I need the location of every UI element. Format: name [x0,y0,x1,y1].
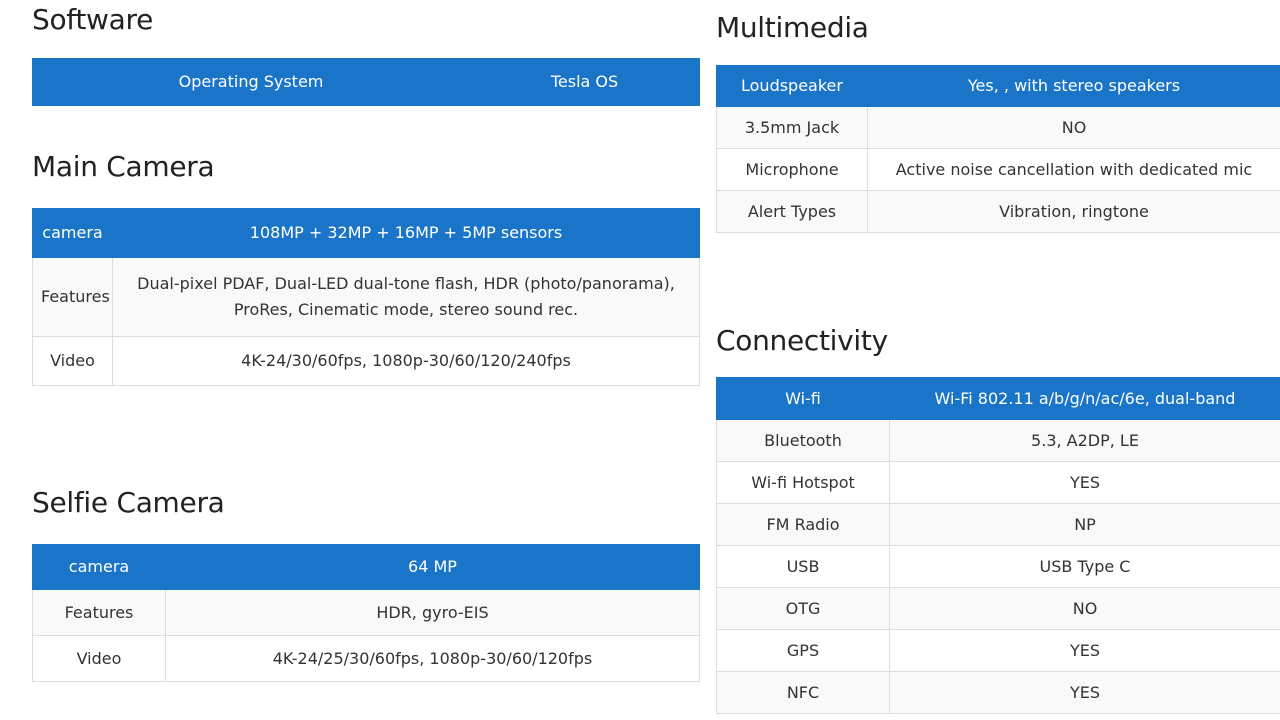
spec-label-otg: OTG [716,587,890,630]
connectivity-table: Wi-fi Wi-Fi 802.11 a/b/g/n/ac/6e, dual-b… [716,377,1280,714]
spec-value-usb: USB Type C [889,545,1280,588]
table-row: Features HDR, gyro-EIS [32,589,700,636]
spec-value-otg: NO [889,587,1280,630]
table-row: NFC YES [716,671,1280,714]
spec-label-video: Video [32,635,166,682]
table-row: Video 4K-24/25/30/60fps, 1080p-30/60/120… [32,635,700,682]
spec-value-loudspeaker: Yes, , with stereo speakers [867,65,1280,107]
spec-label-operating-system: Operating System [32,58,470,106]
table-row: camera 64 MP [32,544,700,590]
spec-label-bluetooth: Bluetooth [716,419,890,462]
spec-value-features: HDR, gyro-EIS [165,589,700,636]
spec-label-camera: camera [32,208,113,258]
section-title-main-camera: Main Camera [32,150,215,183]
spec-label-gps: GPS [716,629,890,672]
spec-label-wifi: Wi-fi [716,377,890,420]
spec-value-operating-system: Tesla OS [469,58,700,106]
spec-label-usb: USB [716,545,890,588]
spec-value-gps: YES [889,629,1280,672]
spec-label-jack: 3.5mm Jack [716,106,868,149]
spec-value-wifi-hotspot: YES [889,461,1280,504]
table-row: Microphone Active noise cancellation wit… [716,148,1280,191]
table-row: OTG NO [716,587,1280,630]
section-title-selfie-camera: Selfie Camera [32,486,225,519]
spec-label-features: Features [32,257,113,337]
spec-value-camera: 64 MP [165,544,700,590]
spec-value-jack: NO [867,106,1280,149]
table-row: camera 108MP + 32MP + 16MP + 5MP sensors [32,208,700,258]
spec-label-camera: camera [32,544,166,590]
spec-value-video: 4K-24/30/60fps, 1080p-30/60/120/240fps [112,336,700,386]
spec-label-nfc: NFC [716,671,890,714]
spec-value-video: 4K-24/25/30/60fps, 1080p-30/60/120fps [165,635,700,682]
spec-label-features: Features [32,589,166,636]
section-title-connectivity: Connectivity [716,324,888,357]
table-row: Video 4K-24/30/60fps, 1080p-30/60/120/24… [32,336,700,386]
multimedia-table: Loudspeaker Yes, , with stereo speakers … [716,65,1280,233]
software-table: Operating System Tesla OS [32,58,700,106]
table-row: Operating System Tesla OS [32,58,700,106]
table-row: Bluetooth 5.3, A2DP, LE [716,419,1280,462]
section-title-multimedia: Multimedia [716,11,869,44]
spec-value-nfc: YES [889,671,1280,714]
table-row: Features Dual-pixel PDAF, Dual-LED dual-… [32,257,700,337]
table-row: 3.5mm Jack NO [716,106,1280,149]
table-row: USB USB Type C [716,545,1280,588]
section-title-software: Software [32,3,154,36]
spec-value-fm-radio: NP [889,503,1280,546]
spec-value-microphone: Active noise cancellation with dedicated… [867,148,1280,191]
main-camera-table: camera 108MP + 32MP + 16MP + 5MP sensors… [32,208,700,386]
spec-label-video: Video [32,336,113,386]
table-row: Loudspeaker Yes, , with stereo speakers [716,65,1280,107]
spec-value-bluetooth: 5.3, A2DP, LE [889,419,1280,462]
table-row: Wi-fi Wi-Fi 802.11 a/b/g/n/ac/6e, dual-b… [716,377,1280,420]
spec-label-alert-types: Alert Types [716,190,868,233]
spec-value-features: Dual-pixel PDAF, Dual-LED dual-tone flas… [112,257,700,337]
table-row: GPS YES [716,629,1280,672]
spec-label-microphone: Microphone [716,148,868,191]
table-row: Alert Types Vibration, ringtone [716,190,1280,233]
spec-label-wifi-hotspot: Wi-fi Hotspot [716,461,890,504]
spec-value-alert-types: Vibration, ringtone [867,190,1280,233]
table-row: Wi-fi Hotspot YES [716,461,1280,504]
spec-value-camera: 108MP + 32MP + 16MP + 5MP sensors [112,208,700,258]
spec-value-wifi: Wi-Fi 802.11 a/b/g/n/ac/6e, dual-band [889,377,1280,420]
table-row: FM Radio NP [716,503,1280,546]
selfie-camera-table: camera 64 MP Features HDR, gyro-EIS Vide… [32,544,700,682]
spec-label-fm-radio: FM Radio [716,503,890,546]
spec-label-loudspeaker: Loudspeaker [716,65,868,107]
